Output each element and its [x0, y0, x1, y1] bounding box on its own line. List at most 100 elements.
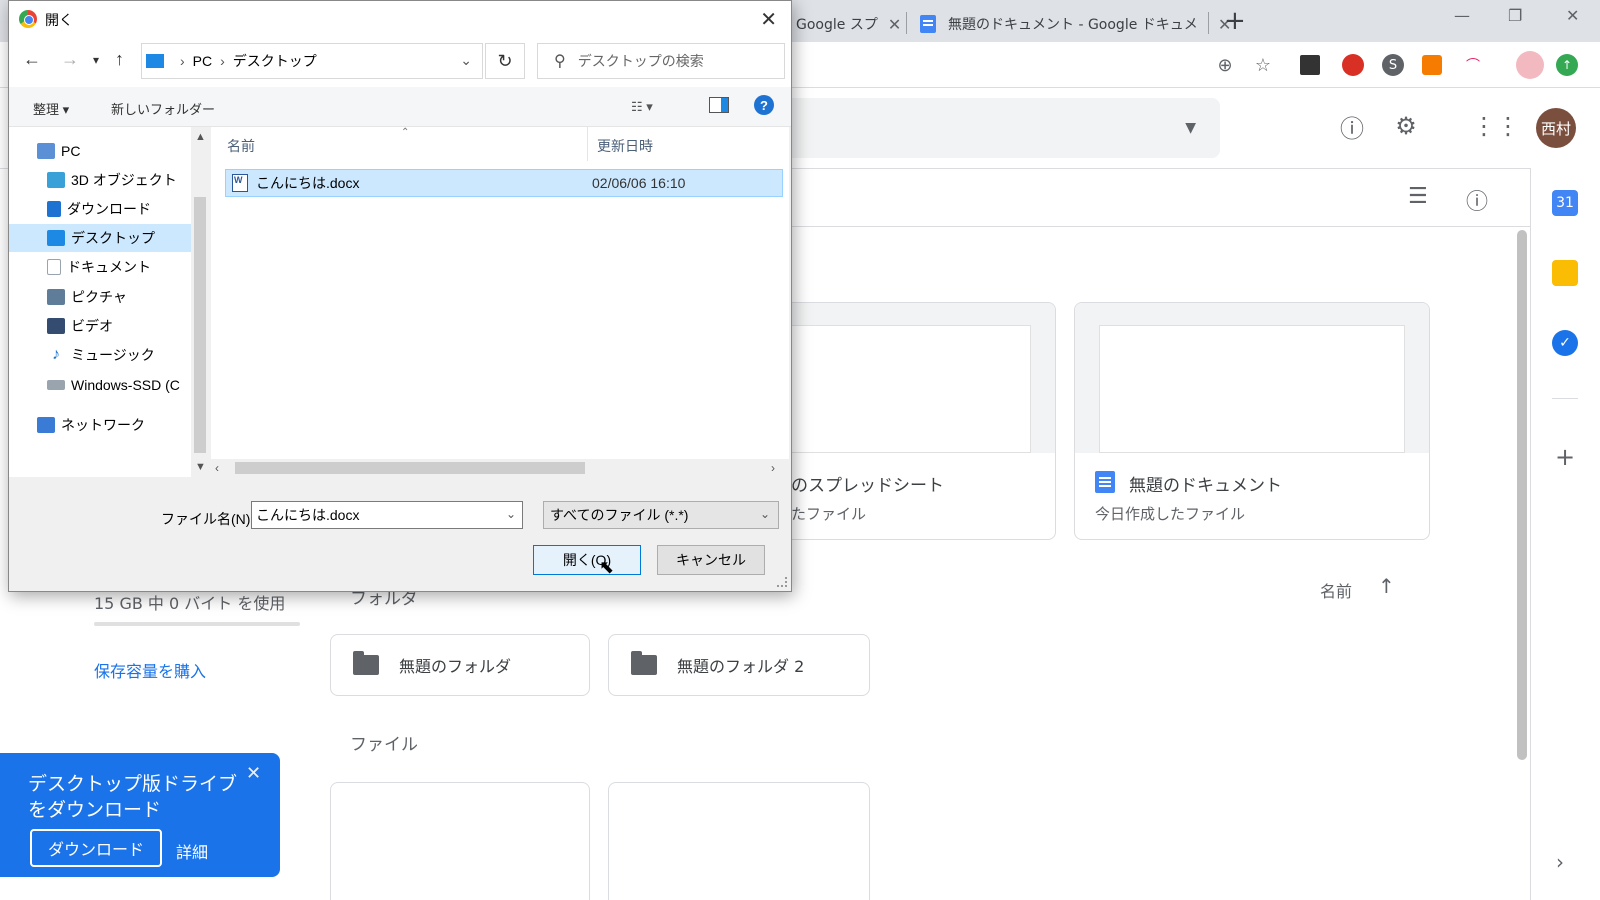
- open-button[interactable]: 開く(O): [533, 545, 641, 575]
- sort-direction-icon[interactable]: ↑: [1378, 574, 1395, 598]
- nav-item-windows-ssd[interactable]: Windows-SSD (C: [47, 371, 191, 399]
- resize-grip[interactable]: [777, 577, 787, 587]
- help-icon[interactable]: ⓘ: [1336, 110, 1368, 143]
- folder-chip[interactable]: 無題のフォルダ 2: [608, 634, 870, 696]
- list-view-icon[interactable]: ☰: [1408, 184, 1428, 209]
- filename-input[interactable]: こんにちは.docx ⌄: [251, 501, 523, 529]
- pc-icon: [37, 143, 55, 159]
- card-preview: [781, 325, 1031, 453]
- chevron-right-icon[interactable]: ›: [180, 53, 185, 69]
- qr-extension-icon[interactable]: [1300, 55, 1320, 75]
- update-icon[interactable]: ↑: [1556, 54, 1578, 76]
- new-folder-button[interactable]: 新しいフォルダー: [111, 99, 215, 118]
- close-icon[interactable]: ✕: [246, 763, 261, 784]
- card-title: 無題のドキュメント: [1129, 476, 1282, 496]
- chevron-right-icon[interactable]: ›: [220, 53, 225, 69]
- close-icon[interactable]: ✕: [760, 7, 777, 32]
- nav-item-desktop[interactable]: デスクトップ: [9, 224, 191, 252]
- preview-pane-icon[interactable]: [709, 97, 729, 113]
- download-button[interactable]: ダウンロード: [30, 829, 162, 867]
- search-input[interactable]: ⚲ デスクトップの検索: [537, 43, 785, 79]
- chevron-down-icon[interactable]: ⌄: [460, 52, 472, 69]
- add-bookmark-icon[interactable]: ⊕: [1212, 52, 1238, 78]
- suggested-card-document[interactable]: 無題のドキュメント 今日作成したファイル: [1074, 302, 1430, 540]
- chevron-down-icon[interactable]: ⌄: [506, 507, 516, 521]
- page-scrollbar[interactable]: [1517, 230, 1527, 760]
- tasks-icon[interactable]: ✓: [1552, 330, 1578, 356]
- cube-icon: [47, 172, 65, 188]
- arc-extension-icon[interactable]: ⌒: [1460, 52, 1486, 78]
- buy-storage-link[interactable]: 保存容量を購入: [94, 658, 206, 682]
- nav-item-pc[interactable]: PC: [37, 137, 191, 165]
- info-icon[interactable]: ⓘ: [1466, 184, 1488, 216]
- file-list-scrollbar[interactable]: ‹ ›: [211, 459, 789, 477]
- download-icon: [47, 201, 61, 217]
- apps-grid-icon[interactable]: ⋮⋮: [1472, 110, 1520, 142]
- back-arrow-icon[interactable]: ←: [23, 49, 41, 70]
- chevron-right-icon[interactable]: ›: [771, 461, 775, 475]
- chart-extension-icon[interactable]: [1422, 55, 1442, 75]
- recent-locations-icon[interactable]: ▾: [93, 53, 99, 67]
- nav-item-videos[interactable]: ビデオ: [47, 312, 191, 340]
- desktop-drive-promo: デスクトップ版ドライブをダウンロード ✕ ダウンロード 詳細: [0, 753, 280, 877]
- forward-arrow-icon[interactable]: →: [61, 49, 79, 70]
- chevron-right-icon[interactable]: ›: [1556, 850, 1564, 874]
- nav-item-pictures[interactable]: ピクチャ: [47, 283, 191, 311]
- cancel-button[interactable]: キャンセル: [657, 545, 765, 575]
- help-button[interactable]: ?: [754, 95, 774, 115]
- file-type-select[interactable]: すべてのファイル (*.*) ⌄: [543, 501, 779, 529]
- column-header-modified[interactable]: 更新日時: [597, 127, 653, 165]
- details-link[interactable]: 詳細: [176, 839, 208, 863]
- view-options-icon[interactable]: ☷ ▾: [631, 99, 653, 115]
- scrollbar-thumb[interactable]: [235, 462, 585, 474]
- word-document-icon: [232, 174, 248, 192]
- extension-icon[interactable]: [1342, 54, 1364, 76]
- nav-item-3d-objects[interactable]: 3D オブジェクト: [47, 166, 191, 194]
- gear-icon[interactable]: ⚙: [1390, 110, 1422, 142]
- nav-item-music[interactable]: ♪ ミュージック: [47, 341, 191, 369]
- refresh-button[interactable]: ↻: [485, 43, 525, 79]
- file-card[interactable]: [330, 782, 590, 900]
- breadcrumb-desktop[interactable]: デスクトップ: [233, 51, 317, 71]
- suggested-card-spreadsheet[interactable]: のスプレッドシート たファイル: [760, 302, 1056, 540]
- tab-spreadsheet[interactable]: Google スプ ✕: [796, 6, 901, 42]
- nav-item-label: ネットワーク: [61, 417, 145, 433]
- avatar[interactable]: 西村: [1536, 108, 1576, 148]
- folder-chip[interactable]: 無題のフォルダ: [330, 634, 590, 696]
- nav-item-network[interactable]: ネットワーク: [37, 411, 191, 439]
- restore-button[interactable]: ❐: [1508, 6, 1522, 25]
- close-tab-icon[interactable]: ✕: [888, 15, 901, 34]
- close-window-button[interactable]: ✕: [1566, 6, 1579, 25]
- skype-icon[interactable]: S: [1382, 54, 1404, 76]
- column-separator[interactable]: [587, 127, 588, 161]
- file-row[interactable]: こんにちは.docx 02/06/06 16:10: [225, 169, 783, 197]
- file-card[interactable]: [608, 782, 870, 900]
- profile-glasses-icon[interactable]: [1516, 51, 1544, 79]
- dialog-titlebar[interactable]: 開く ✕: [9, 1, 791, 37]
- chevron-down-icon[interactable]: ▼: [195, 461, 206, 473]
- chrome-icon: [19, 10, 37, 28]
- chevron-left-icon[interactable]: ‹: [215, 461, 219, 475]
- calendar-icon[interactable]: 31: [1552, 190, 1578, 216]
- address-bar[interactable]: › PC › デスクトップ ⌄: [141, 43, 483, 79]
- new-tab-button[interactable]: +: [1224, 8, 1246, 34]
- navigation-scrollbar[interactable]: ▲ ▼: [191, 127, 209, 477]
- video-icon: [47, 318, 65, 334]
- up-arrow-icon[interactable]: ↑: [115, 49, 124, 70]
- search-options-icon[interactable]: ▼: [1185, 120, 1196, 136]
- tab-document[interactable]: 無題のドキュメント - Google ドキュメ ✕: [920, 6, 1231, 42]
- nav-item-label: ミュージック: [71, 347, 155, 363]
- column-header-name[interactable]: 名前: [227, 127, 255, 165]
- add-addon-icon[interactable]: +: [1552, 443, 1578, 471]
- keep-icon[interactable]: [1552, 260, 1578, 286]
- minimize-button[interactable]: —: [1454, 6, 1470, 25]
- breadcrumb-pc[interactable]: PC: [193, 53, 212, 69]
- scrollbar-thumb[interactable]: [194, 197, 206, 453]
- music-icon: ♪: [52, 346, 60, 363]
- chevron-up-icon[interactable]: ▲: [195, 131, 206, 143]
- sort-by-name[interactable]: 名前: [1320, 578, 1352, 602]
- star-icon[interactable]: ☆: [1250, 52, 1276, 78]
- organize-menu[interactable]: 整理 ▾: [33, 99, 69, 118]
- nav-item-documents[interactable]: ドキュメント: [47, 253, 191, 281]
- nav-item-downloads[interactable]: ダウンロード: [47, 195, 191, 223]
